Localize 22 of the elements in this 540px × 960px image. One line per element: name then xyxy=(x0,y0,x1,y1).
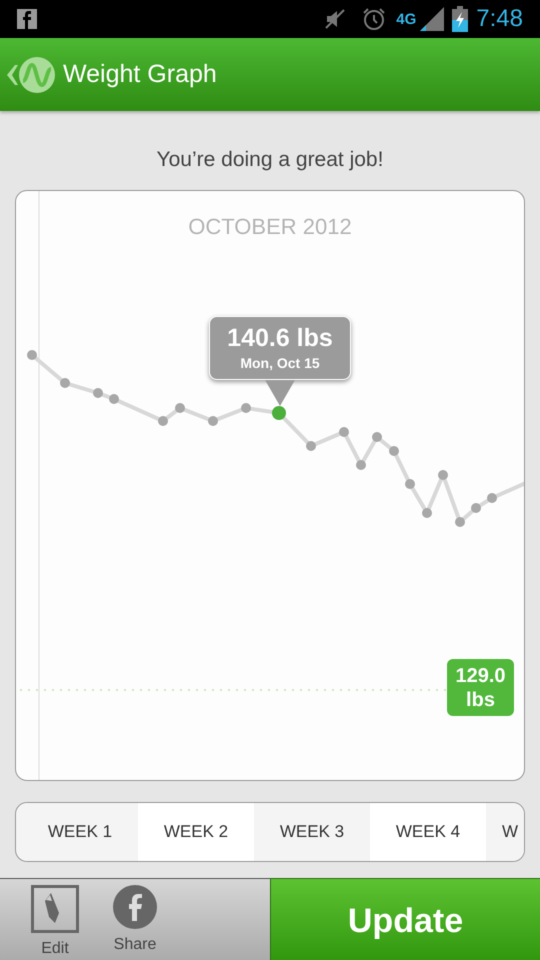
clock: 7:48 xyxy=(476,4,523,34)
week-tab[interactable]: WEEK 4 xyxy=(370,803,486,861)
back-chevron-icon xyxy=(5,64,19,86)
goal-value: 129.0 xyxy=(455,664,506,688)
facebook-icon xyxy=(17,9,37,29)
month-label: OCTOBER 2012 xyxy=(187,213,353,241)
muted-speaker-icon xyxy=(324,8,346,30)
network-type: 4G xyxy=(396,12,416,26)
screen-title: Weight Graph xyxy=(63,58,217,90)
edit-button[interactable]: Edit xyxy=(15,879,95,960)
tooltip-weight: 140.6 lbs xyxy=(227,322,333,352)
week-tab[interactable]: WEEK 2 xyxy=(138,803,254,861)
facebook-icon xyxy=(113,885,157,929)
goal-unit: lbs xyxy=(466,688,495,712)
battery-icon xyxy=(452,6,468,32)
tag-icon xyxy=(31,885,79,933)
share-button[interactable]: Share xyxy=(95,879,175,960)
alarm-icon xyxy=(362,7,386,31)
encouragement-message: You’re doing a great job! xyxy=(156,147,384,173)
signal-icon xyxy=(420,7,444,31)
tooltip-date: Mon, Oct 15 xyxy=(240,354,320,372)
back-button[interactable] xyxy=(5,56,55,92)
